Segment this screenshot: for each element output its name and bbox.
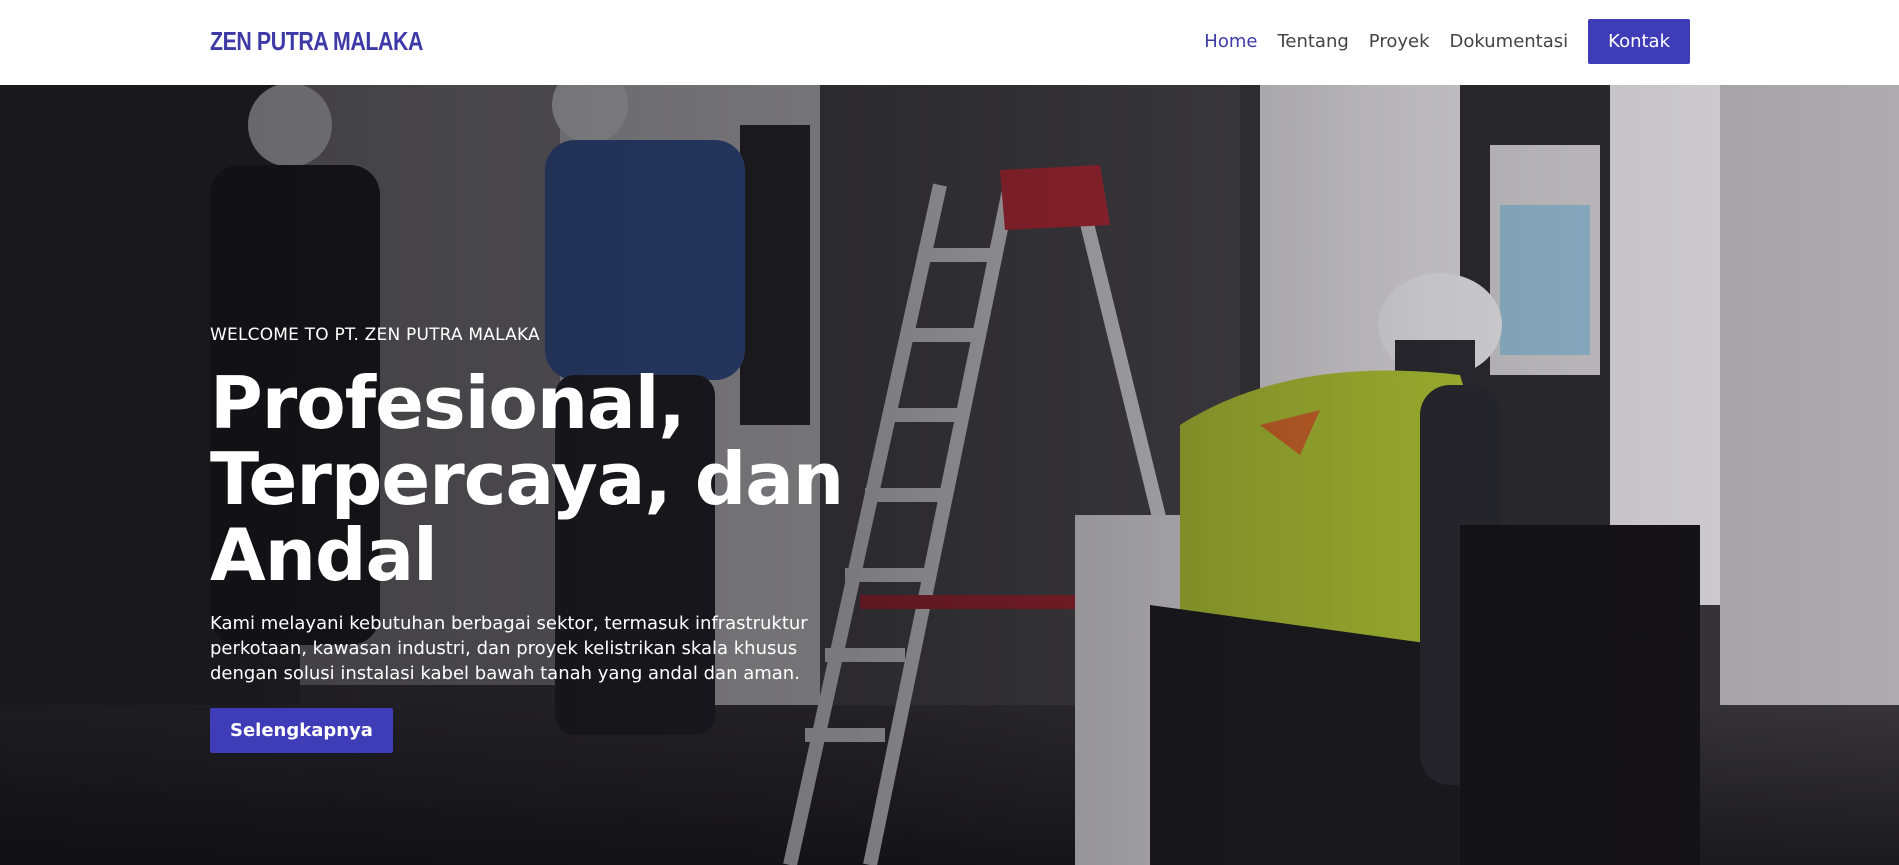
main-nav: Home Tentang Proyek Dokumentasi Kontak	[1204, 19, 1690, 64]
hero-description: Kami melayani kebutuhan berbagai sektor,…	[210, 613, 808, 684]
hero-section: WELCOME TO PT. ZEN PUTRA MALAKA Profesio…	[0, 85, 1899, 865]
headline-line-2: Terpercaya, dan	[210, 437, 844, 521]
hero-content: WELCOME TO PT. ZEN PUTRA MALAKA Profesio…	[210, 325, 890, 753]
nav-link-home[interactable]: Home	[1204, 31, 1257, 52]
contact-button[interactable]: Kontak	[1588, 19, 1690, 64]
brand-logo[interactable]: ZEN PUTRA MALAKA	[210, 26, 423, 57]
hero-headline: Profesional, Terpercaya, dan Andal	[210, 365, 890, 593]
headline-line-1: Profesional,	[210, 361, 686, 445]
nav-link-proyek[interactable]: Proyek	[1369, 31, 1430, 52]
nav-link-tentang[interactable]: Tentang	[1277, 31, 1348, 52]
headline-line-3: Andal	[210, 513, 438, 597]
learn-more-button[interactable]: Selengkapnya	[210, 708, 393, 753]
nav-link-dokumentasi[interactable]: Dokumentasi	[1450, 31, 1569, 52]
site-header: ZEN PUTRA MALAKA Home Tentang Proyek Dok…	[0, 0, 1899, 85]
hero-eyebrow: WELCOME TO PT. ZEN PUTRA MALAKA	[210, 325, 540, 345]
